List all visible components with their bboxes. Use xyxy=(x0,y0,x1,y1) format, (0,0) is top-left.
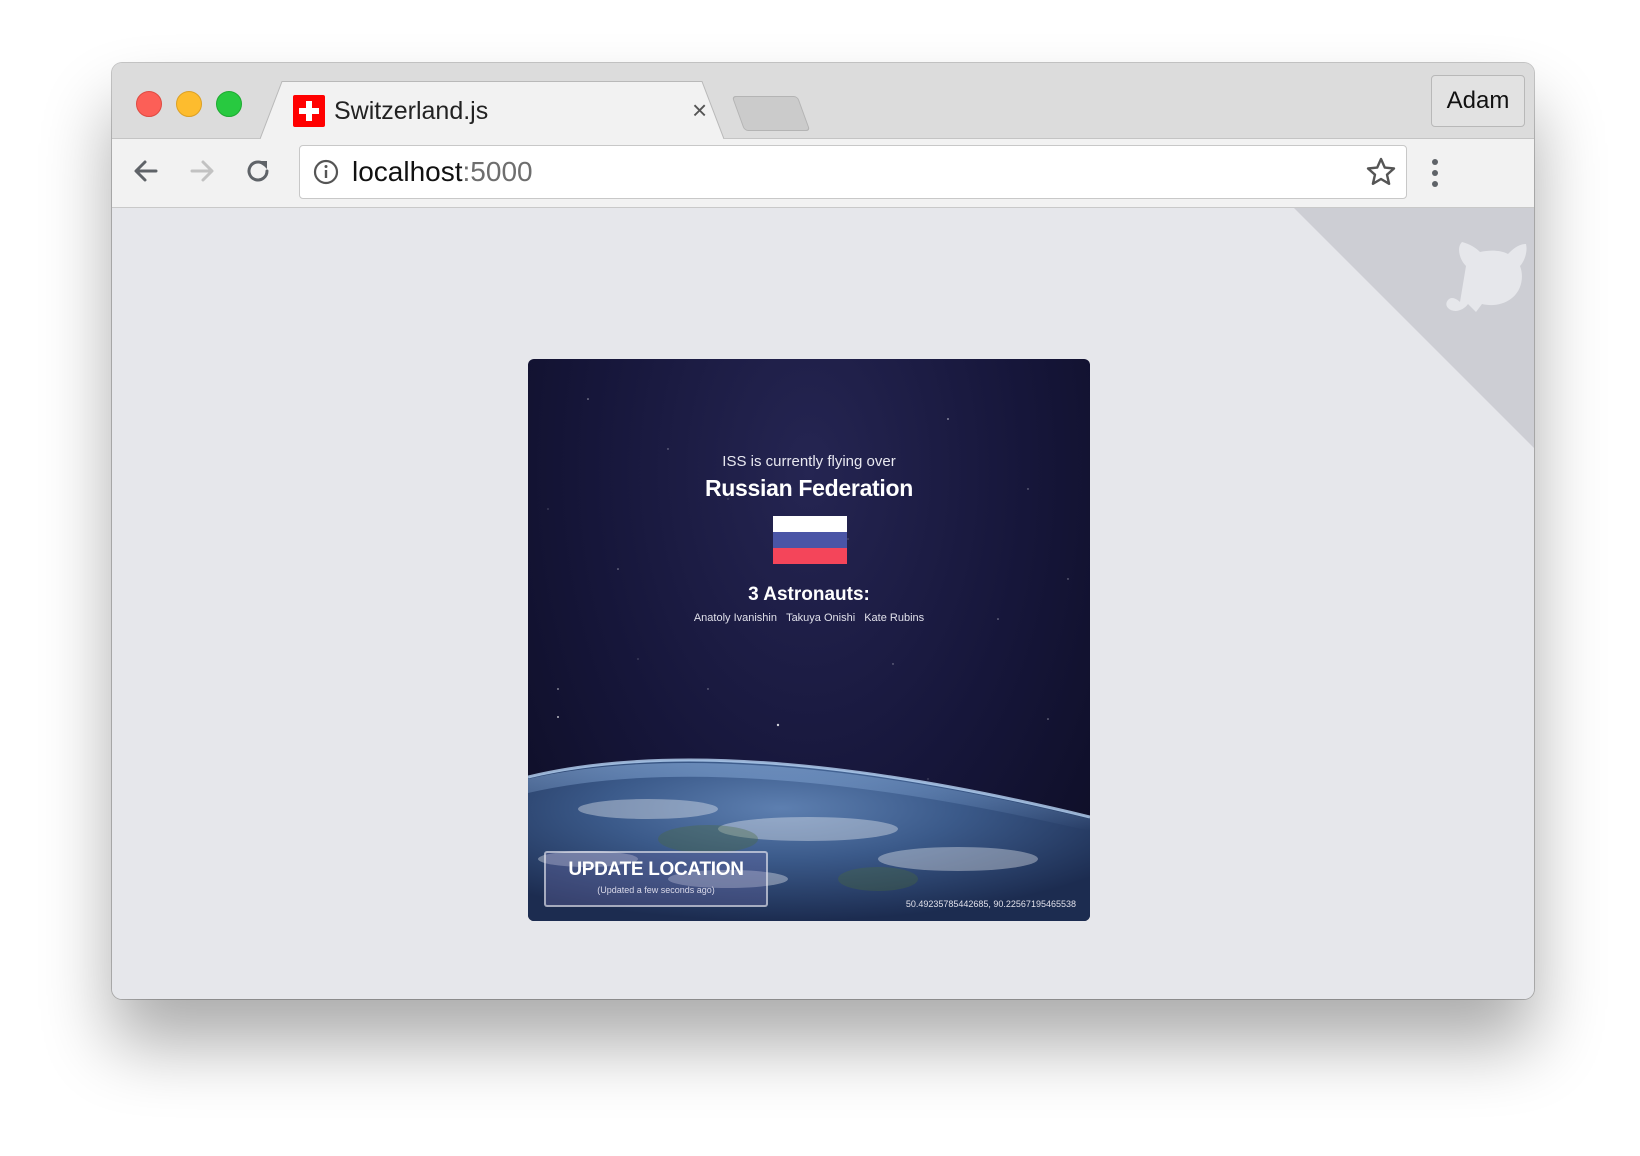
russia-flag-icon xyxy=(773,516,847,564)
astronaut-name: Anatoly Ivanishin xyxy=(693,612,777,624)
info-icon[interactable] xyxy=(312,158,340,186)
astronaut-name: Kate Rubins xyxy=(864,612,925,624)
astronaut-list: Anatoly Ivanishin Takuya Onishi Kate Rub… xyxy=(528,612,1090,624)
flag-stripe-red xyxy=(773,548,847,564)
iss-card: ISS is currently flying over Russian Fed… xyxy=(528,359,1090,921)
update-location-button[interactable]: UPDATE LOCATION (Updated a few seconds a… xyxy=(544,851,768,907)
github-corner-icon[interactable] xyxy=(1294,208,1534,448)
swiss-flag-icon xyxy=(293,95,325,127)
tab-title: Switzerland.js xyxy=(334,97,489,125)
earth-horizon xyxy=(528,758,1090,921)
bookmark-star-icon[interactable] xyxy=(1364,155,1398,189)
updated-timestamp: (Updated a few seconds ago) xyxy=(597,885,715,895)
url-port: :5000 xyxy=(462,156,533,187)
flag-stripe-white xyxy=(773,516,847,532)
coordinates-readout: 50.49235785442685, 90.22567195465538 xyxy=(905,899,1076,909)
title-bar: Switzerland.js × Adam xyxy=(112,63,1534,139)
update-location-label: UPDATE LOCATION xyxy=(568,859,744,880)
kebab-menu-icon[interactable] xyxy=(1418,155,1452,191)
reload-icon[interactable] xyxy=(240,153,276,189)
close-window-button[interactable] xyxy=(136,91,162,117)
new-tab-button[interactable] xyxy=(731,96,811,131)
browser-toolbar: localhost:5000 xyxy=(112,139,1534,208)
astronaut-name: Takuya Onishi xyxy=(786,612,856,624)
astronauts-heading: 3 Astronauts: xyxy=(748,584,870,605)
address-bar[interactable]: localhost:5000 xyxy=(299,145,1407,199)
flag-stripe-blue xyxy=(773,532,847,548)
back-arrow-icon[interactable] xyxy=(128,153,164,189)
url-text[interactable]: localhost:5000 xyxy=(352,155,533,189)
tab-switzerland-js[interactable] xyxy=(260,81,724,139)
browser-window: Switzerland.js × Adam localhost:5000 ISS… xyxy=(112,63,1534,999)
minimize-window-button[interactable] xyxy=(176,91,202,117)
page-content: ISS is currently flying over Russian Fed… xyxy=(112,208,1534,999)
forward-arrow-icon[interactable] xyxy=(184,153,220,189)
maximize-window-button[interactable] xyxy=(216,91,242,117)
country-name: Russian Federation xyxy=(704,475,914,501)
url-host: localhost xyxy=(352,156,463,187)
profile-button[interactable]: Adam xyxy=(1431,75,1525,127)
tab-close-icon[interactable]: × xyxy=(692,97,707,123)
flying-over-label: ISS is currently flying over xyxy=(722,453,896,470)
